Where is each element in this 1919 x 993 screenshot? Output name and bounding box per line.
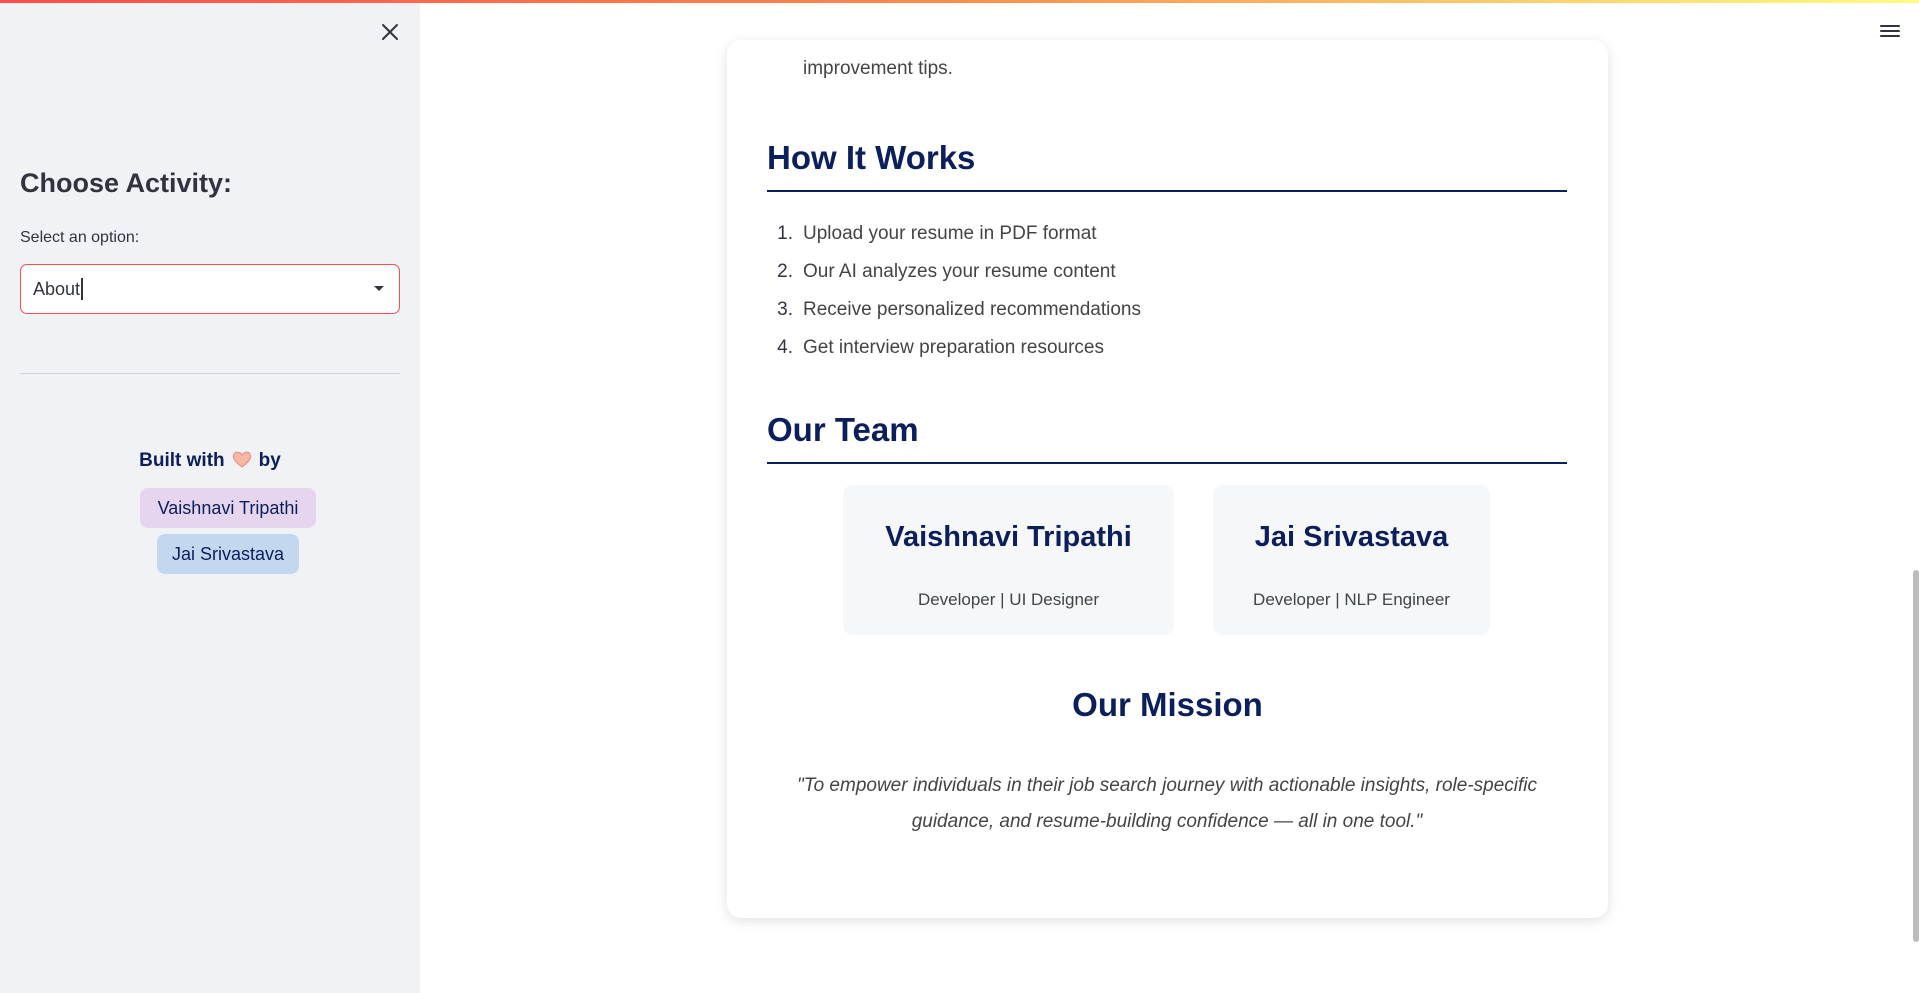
step-text: Get interview preparation resources — [803, 337, 1104, 358]
step-number: 3. — [777, 299, 793, 320]
step-text: Our AI analyzes your resume content — [803, 261, 1116, 282]
member-name: Jai Srivastava — [1254, 521, 1449, 553]
hamburger-menu-icon — [1880, 25, 1900, 37]
author-chip-jai: Jai Srivastava — [157, 534, 299, 574]
list-item: 2. Our AI analyzes your resume content — [767, 253, 1567, 291]
heart-hands-icon — [231, 449, 253, 475]
built-with-suffix: by — [258, 450, 281, 471]
our-team-title: Our Team — [767, 411, 919, 448]
steps-list: 1. Upload your resume in PDF format 2. O… — [767, 215, 1567, 367]
member-name: Vaishnavi Tripathi — [885, 521, 1132, 553]
main-menu-button[interactable] — [1878, 21, 1902, 41]
step-number: 1. — [777, 223, 793, 244]
activity-select[interactable]: About — [20, 264, 400, 314]
list-item: 1. Upload your resume in PDF format — [767, 215, 1567, 253]
step-text: Upload your resume in PDF format — [803, 223, 1097, 244]
sidebar: Choose Activity: Select an option: About… — [0, 0, 420, 993]
our-team-rule — [767, 462, 1567, 464]
select-label: Select an option: — [20, 229, 140, 246]
close-icon — [382, 24, 398, 40]
select-value: About — [33, 278, 81, 299]
list-item: 3. Receive personalized recommendations — [767, 291, 1567, 329]
list-item: 4. Get interview preparation resources — [767, 329, 1567, 367]
team-member-card: Jai Srivastava Developer | NLP Engineer — [1213, 485, 1490, 635]
built-with-prefix: Built with — [139, 450, 225, 471]
member-role: Developer | NLP Engineer — [1253, 590, 1450, 609]
scrollbar-thumb[interactable] — [1913, 570, 1919, 942]
member-role: Developer | UI Designer — [917, 590, 1100, 609]
step-text: Receive personalized recommendations — [803, 299, 1141, 320]
how-it-works-rule — [767, 190, 1567, 192]
top-decoration-bar — [0, 0, 1919, 3]
sidebar-divider — [20, 373, 400, 374]
close-sidebar-button[interactable] — [378, 20, 402, 44]
improvement-tips-text: improvement tips. — [803, 58, 953, 79]
mission-quote: "To empower individuals in their job sea… — [796, 775, 1538, 832]
author-chip-vaishnavi: Vaishnavi Tripathi — [140, 488, 316, 528]
chevron-down-icon — [374, 286, 384, 291]
team-member-card: Vaishnavi Tripathi Developer | UI Design… — [843, 485, 1174, 635]
built-with-credit: Built with by — [0, 449, 420, 475]
how-it-works-title: How It Works — [767, 139, 976, 176]
our-mission-title: Our Mission — [1072, 686, 1263, 723]
sidebar-heading: Choose Activity: — [20, 168, 233, 198]
step-number: 2. — [777, 261, 793, 282]
step-number: 4. — [777, 337, 793, 358]
text-caret — [81, 278, 83, 300]
